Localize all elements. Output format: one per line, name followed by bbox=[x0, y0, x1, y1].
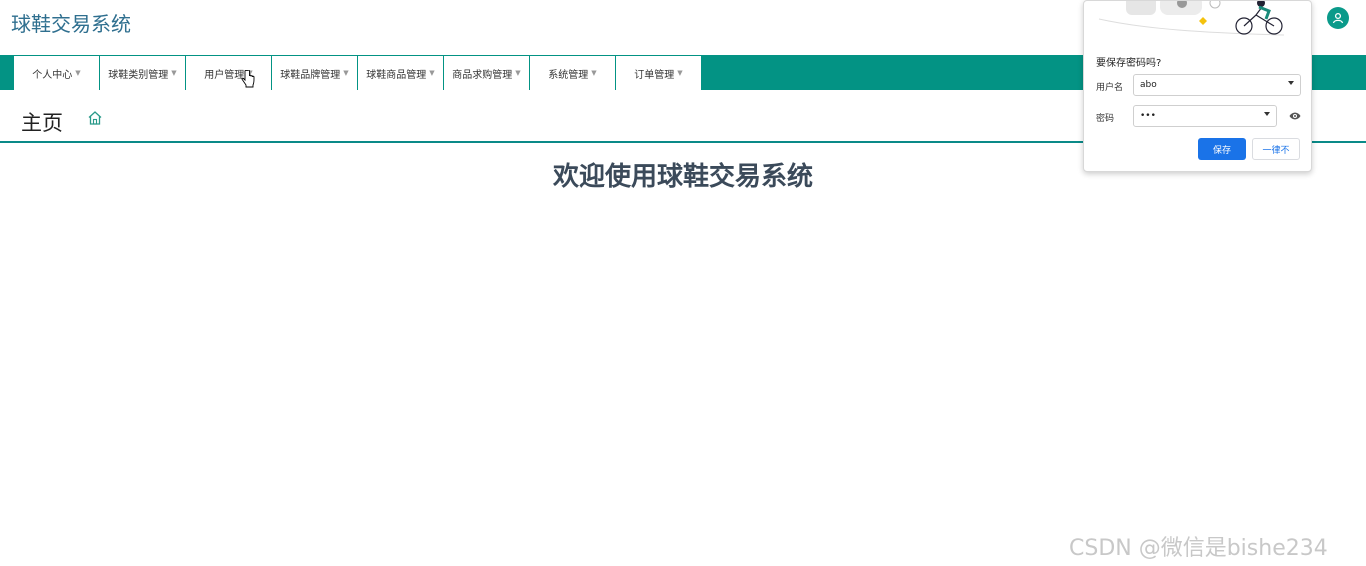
dialog-heading: 要保存密码吗? bbox=[1096, 58, 1162, 69]
nav-item-label: 系统管理 bbox=[548, 69, 589, 81]
save-password-dialog: 要保存密码吗? 用户名 abo 密码 ••• 保存 一律不 bbox=[1083, 0, 1312, 172]
watermark: CSDN @微信是bishe234 bbox=[1069, 536, 1328, 561]
chevron-down-icon bbox=[1264, 112, 1270, 116]
never-button[interactable]: 一律不 bbox=[1252, 138, 1300, 160]
nav-item-brand-management[interactable]: 球鞋品牌管理 ▼ bbox=[272, 56, 358, 90]
chevron-down-icon: ▼ bbox=[429, 69, 435, 77]
chevron-down-icon: ▼ bbox=[343, 69, 349, 77]
nav-item-system-management[interactable]: 系统管理 ▼ bbox=[530, 56, 616, 90]
nav-item-product-management[interactable]: 球鞋商品管理 ▼ bbox=[358, 56, 444, 90]
username-value: abo bbox=[1140, 80, 1157, 90]
nav-item-purchase-request[interactable]: 商品求购管理 ▼ bbox=[444, 56, 530, 90]
password-select[interactable]: ••• bbox=[1133, 105, 1277, 127]
app-title: 球鞋交易系统 bbox=[11, 12, 131, 36]
nav-menu: 个人中心 ▼ 球鞋类别管理 ▼ 用户管理 ▼ 球鞋品牌管理 ▼ 球鞋商品管理 ▼ 商品求购… bbox=[14, 56, 702, 90]
nav-item-user-management[interactable]: 用户管理 ▼ bbox=[186, 56, 272, 90]
nav-item-personal-center[interactable]: 个人中心 ▼ bbox=[14, 56, 100, 90]
home-icon[interactable] bbox=[87, 110, 103, 126]
password-label: 密码 bbox=[1096, 114, 1115, 124]
nav-item-label: 球鞋品牌管理 bbox=[280, 69, 341, 81]
nav-item-label: 订单管理 bbox=[634, 69, 675, 81]
nav-item-label: 球鞋商品管理 bbox=[366, 69, 427, 81]
chevron-down-icon: ▼ bbox=[515, 69, 521, 77]
nav-item-label: 球鞋类别管理 bbox=[108, 69, 169, 81]
hand-cursor-icon bbox=[241, 70, 255, 88]
eye-icon[interactable] bbox=[1289, 111, 1301, 121]
nav-item-order-management[interactable]: 订单管理 ▼ bbox=[616, 56, 702, 90]
nav-item-sneaker-category[interactable]: 球鞋类别管理 ▼ bbox=[100, 56, 186, 90]
password-illustration-icon bbox=[1098, 1, 1285, 36]
password-value: ••• bbox=[1140, 111, 1156, 121]
nav-item-label: 商品求购管理 bbox=[452, 69, 513, 81]
page-title: 主页 bbox=[21, 111, 63, 135]
chevron-down-icon: ▼ bbox=[171, 69, 177, 77]
chevron-down-icon bbox=[1288, 81, 1294, 85]
chevron-down-icon: ▼ bbox=[677, 69, 683, 77]
username-label: 用户名 bbox=[1096, 83, 1124, 93]
chevron-down-icon: ▼ bbox=[75, 69, 81, 77]
nav-item-label: 个人中心 bbox=[32, 69, 73, 81]
username-select[interactable]: abo bbox=[1133, 74, 1301, 96]
save-button[interactable]: 保存 bbox=[1198, 138, 1246, 160]
user-avatar-icon[interactable] bbox=[1327, 7, 1349, 29]
nav-item-label: 用户管理 bbox=[204, 69, 245, 81]
chevron-down-icon: ▼ bbox=[591, 69, 597, 77]
